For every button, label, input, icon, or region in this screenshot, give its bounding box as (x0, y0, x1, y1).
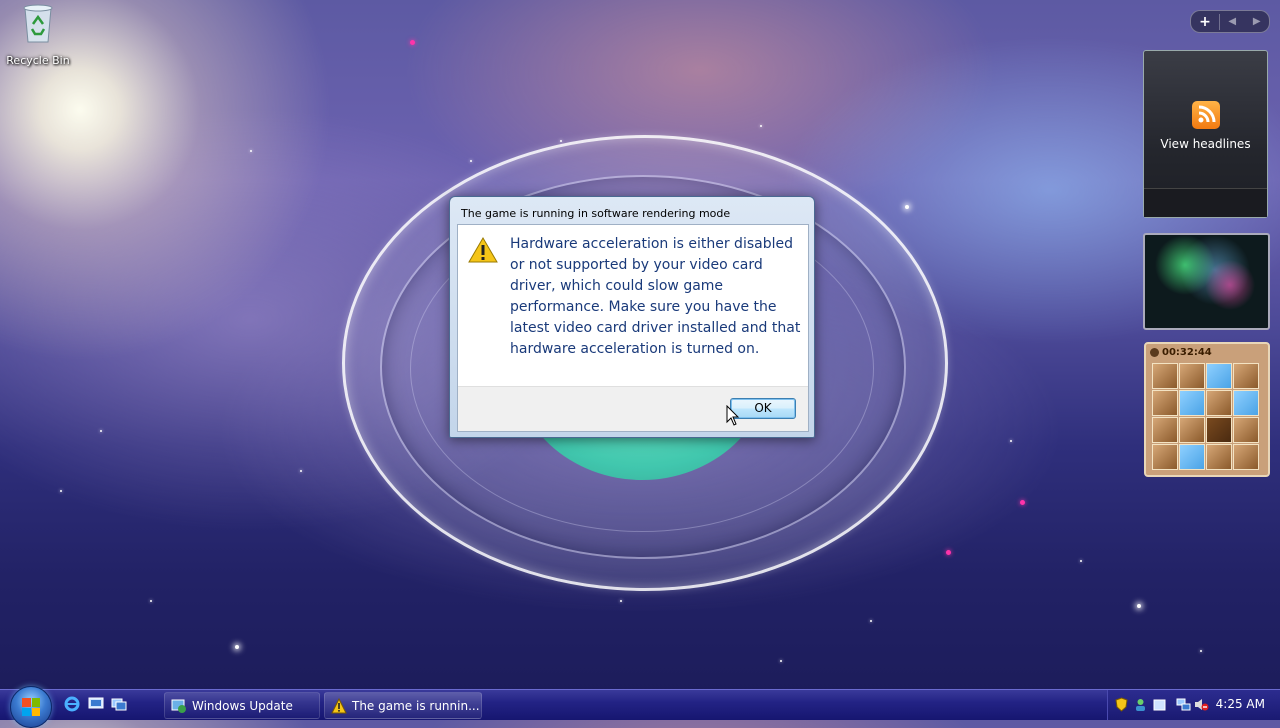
next-gadgets-button[interactable]: ▶ (1245, 16, 1270, 27)
taskbar-button-windows-update[interactable]: Windows Update (164, 692, 320, 719)
internet-explorer-icon[interactable] (64, 696, 80, 712)
star (1080, 560, 1082, 562)
rss-icon (1192, 101, 1220, 129)
puzzle-tile[interactable] (1233, 390, 1259, 416)
star (905, 205, 909, 209)
dialog-title: The game is running in software renderin… (461, 207, 731, 220)
recycle-bin-label: Recycle Bin (6, 54, 70, 67)
puzzle-tile[interactable] (1152, 444, 1178, 470)
star (560, 140, 562, 142)
star (150, 600, 152, 602)
switch-windows-icon[interactable] (111, 696, 127, 712)
puzzle-tile[interactable] (1233, 444, 1259, 470)
puzzle-tile[interactable] (1179, 444, 1205, 470)
device-icon[interactable] (1152, 697, 1167, 712)
recycle-bin[interactable]: Recycle Bin (4, 2, 72, 67)
puzzle-tile[interactable] (1206, 444, 1232, 470)
star (100, 430, 102, 432)
puzzle-tile[interactable] (1179, 390, 1205, 416)
add-gadget-button[interactable]: + (1191, 13, 1220, 30)
taskbar-button-game-dialog[interactable]: The game is runnin... (324, 692, 482, 719)
network-icon[interactable] (1176, 697, 1191, 712)
star (410, 40, 415, 45)
puzzle-timer: 00:32:44 (1162, 346, 1212, 358)
warning-icon (331, 697, 347, 713)
star (60, 490, 62, 492)
puzzle-tile[interactable] (1179, 363, 1205, 389)
star (780, 660, 782, 662)
feed-headlines-gadget[interactable]: View headlines (1143, 50, 1268, 218)
star (470, 160, 472, 162)
prev-gadgets-button[interactable]: ◀ (1220, 16, 1245, 27)
puzzle-tile[interactable] (1206, 363, 1232, 389)
star (1010, 440, 1012, 442)
feed-gadget-bar (1144, 188, 1267, 217)
sidebar-controls: + ◀ ▶ (1190, 10, 1270, 33)
software-rendering-dialog: The game is running in software renderin… (449, 196, 815, 438)
star (1137, 604, 1141, 608)
security-shield-icon[interactable] (1114, 697, 1129, 712)
puzzle-grid[interactable] (1152, 363, 1268, 470)
star (250, 150, 252, 152)
slideshow-gadget[interactable] (1143, 233, 1270, 330)
puzzle-tile[interactable] (1152, 390, 1178, 416)
picture-puzzle-gadget[interactable]: 00:32:44 (1144, 342, 1270, 477)
recycle-bin-icon (23, 4, 53, 43)
star (235, 645, 239, 649)
star (870, 620, 872, 622)
windows-update-icon (171, 699, 186, 713)
mouse-cursor-icon (726, 405, 740, 426)
star (620, 600, 622, 602)
puzzle-tile[interactable] (1152, 363, 1178, 389)
taskbar-button-label: Windows Update (192, 698, 293, 713)
taskbar: Windows Update The game is runnin... 4:2… (0, 686, 1280, 728)
puzzle-tile[interactable] (1179, 417, 1205, 443)
puzzle-tile[interactable] (1152, 417, 1178, 443)
show-desktop-icon[interactable] (88, 696, 104, 712)
taskbar-button-label: The game is runnin... (352, 698, 480, 713)
puzzle-tile[interactable] (1233, 417, 1259, 443)
view-headlines-link[interactable]: View headlines (1144, 137, 1267, 151)
dialog-message: Hardware acceleration is either disabled… (510, 236, 801, 357)
network-users-icon[interactable] (1133, 697, 1148, 712)
puzzle-tile[interactable] (1233, 363, 1259, 389)
system-clock[interactable]: 4:25 AM (1216, 697, 1265, 711)
start-button[interactable] (10, 686, 52, 728)
star (300, 470, 302, 472)
volume-muted-icon[interactable] (1194, 697, 1209, 712)
clock-icon (1150, 347, 1159, 357)
star (946, 550, 951, 555)
warning-icon (468, 237, 498, 263)
puzzle-tile[interactable] (1206, 390, 1232, 416)
notification-area: 4:25 AM (1107, 690, 1280, 720)
dialog-client: Hardware acceleration is either disabled… (457, 224, 809, 432)
puzzle-tile-empty[interactable] (1206, 417, 1232, 443)
puzzle-header: 00:32:44 (1146, 344, 1268, 360)
star (1200, 650, 1202, 652)
star (1020, 500, 1025, 505)
windows-logo-icon (22, 698, 40, 716)
dialog-footer: OK (458, 386, 808, 431)
star (760, 125, 762, 127)
